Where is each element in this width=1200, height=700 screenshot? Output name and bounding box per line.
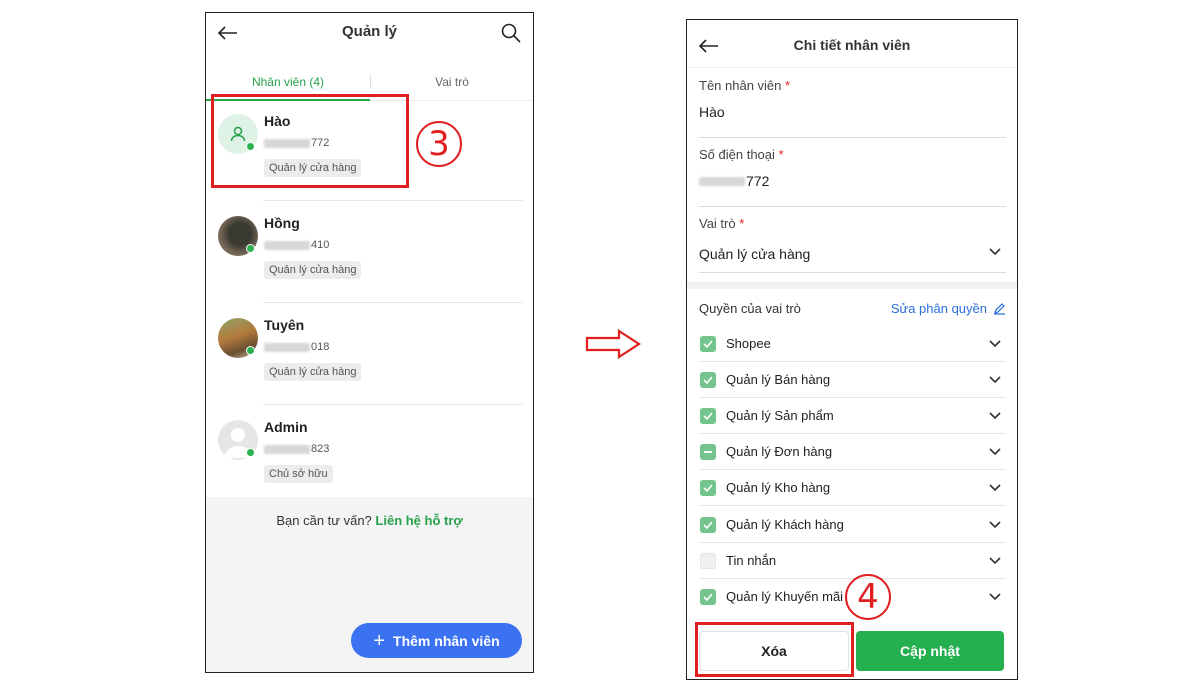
permission-label: Quản lý Khách hàng bbox=[726, 516, 844, 532]
edit-permissions-link[interactable]: Sửa phân quyền bbox=[891, 301, 1006, 316]
permission-row[interactable]: Quản lý Đơn hàng bbox=[699, 434, 1006, 471]
employee-name-field[interactable]: Tên nhân viên * Hào bbox=[699, 78, 1006, 138]
divider bbox=[263, 302, 523, 303]
role-field[interactable]: Vai trò * Quản lý cửa hàng bbox=[699, 216, 1006, 273]
step-number-4: 4 bbox=[845, 574, 891, 620]
employee-name-input[interactable]: Hào bbox=[699, 104, 725, 120]
chevron-down-icon[interactable] bbox=[988, 480, 1004, 496]
employee-name: Admin bbox=[264, 419, 308, 435]
permission-row[interactable]: Quản lý Sản phẩm bbox=[699, 398, 1006, 435]
chevron-down-icon[interactable] bbox=[988, 372, 1004, 388]
permission-checkbox[interactable] bbox=[700, 552, 716, 569]
employee-phone: 823 bbox=[264, 443, 329, 455]
search-icon[interactable] bbox=[499, 21, 523, 45]
page-title: Quản lý bbox=[341, 23, 397, 40]
permission-checkbox[interactable] bbox=[700, 588, 716, 605]
field-label: Số điện thoại * bbox=[699, 147, 784, 162]
online-status-dot bbox=[246, 448, 255, 457]
online-status-dot bbox=[246, 244, 255, 253]
permission-row[interactable]: Quản lý Bán hàng bbox=[699, 362, 1006, 399]
chevron-down-icon[interactable] bbox=[988, 336, 1004, 352]
page-title: Chi tiết nhân viên bbox=[793, 37, 911, 53]
chevron-down-icon[interactable] bbox=[988, 244, 1004, 260]
chevron-down-icon[interactable] bbox=[988, 589, 1004, 605]
employee-name: Tuyên bbox=[264, 317, 305, 333]
header: Chi tiết nhân viên bbox=[687, 20, 1017, 68]
divider bbox=[263, 404, 523, 405]
employee-row[interactable]: Tuyên 018 Quản lý cửa hàng bbox=[206, 305, 533, 405]
role-badge: Quản lý cửa hàng bbox=[264, 363, 362, 381]
permission-checkbox[interactable] bbox=[700, 336, 716, 352]
chevron-down-icon[interactable] bbox=[988, 553, 1004, 569]
permission-row[interactable]: Quản lý Kho hàng bbox=[699, 470, 1006, 507]
right-arrow-icon bbox=[585, 328, 642, 360]
online-status-dot bbox=[246, 346, 255, 355]
permission-row[interactable]: Quản lý Khách hàng bbox=[699, 507, 1006, 543]
permissions-title: Quyền của vai trò bbox=[699, 301, 801, 316]
permission-label: Quản lý Sản phẩm bbox=[726, 408, 834, 424]
update-button[interactable]: Cập nhật bbox=[856, 631, 1004, 671]
permission-checkbox[interactable] bbox=[700, 444, 716, 461]
field-label: Tên nhân viên * bbox=[699, 78, 791, 93]
permission-row[interactable]: Tin nhắn bbox=[699, 543, 1006, 579]
employee-row[interactable]: Hồng 410 Quản lý cửa hàng bbox=[206, 203, 533, 303]
employee-phone: 018 bbox=[264, 341, 329, 353]
chevron-down-icon[interactable] bbox=[988, 444, 1004, 460]
permission-label: Tin nhắn bbox=[726, 552, 777, 568]
permission-label: Quản lý Khuyến mãi bbox=[726, 588, 844, 604]
highlight-box bbox=[211, 94, 409, 188]
step-number-3: 3 bbox=[416, 121, 462, 167]
field-label: Vai trò * bbox=[699, 216, 745, 231]
employee-phone: 410 bbox=[264, 239, 329, 251]
pencil-icon bbox=[994, 303, 1005, 315]
permission-label: Shopee bbox=[726, 336, 771, 351]
permission-checkbox[interactable] bbox=[700, 408, 716, 425]
section-divider bbox=[687, 282, 1017, 289]
employee-row[interactable]: Admin 823 Chủ sở hữu bbox=[206, 407, 533, 507]
permission-checkbox[interactable] bbox=[700, 480, 716, 497]
permission-checkbox[interactable] bbox=[700, 372, 716, 389]
role-badge: Quản lý cửa hàng bbox=[264, 261, 362, 279]
divider bbox=[263, 200, 523, 201]
chevron-down-icon[interactable] bbox=[988, 408, 1004, 424]
header: Quản lý bbox=[206, 13, 533, 53]
highlight-box bbox=[695, 622, 854, 677]
permission-label: Quản lý Đơn hàng bbox=[726, 444, 833, 460]
plus-icon: + bbox=[373, 629, 386, 652]
add-employee-button[interactable]: + Thêm nhân viên bbox=[351, 623, 522, 658]
permission-label: Quản lý Kho hàng bbox=[726, 480, 831, 496]
support-text: Bạn cần tư vấn? Liên hệ hỗ trợ bbox=[276, 513, 463, 528]
permission-label: Quản lý Bán hàng bbox=[726, 372, 831, 388]
phone-input[interactable]: 772 bbox=[699, 173, 769, 189]
support-area: Bạn cần tư vấn? Liên hệ hỗ trợ + Thêm nh… bbox=[206, 497, 533, 672]
phone-field[interactable]: Số điện thoại * 772 bbox=[699, 147, 1006, 207]
role-badge: Chủ sở hữu bbox=[264, 465, 333, 483]
permissions-header: Quyền của vai trò Sửa phân quyền bbox=[699, 301, 1006, 321]
chevron-down-icon[interactable] bbox=[988, 517, 1004, 533]
permission-checkbox[interactable] bbox=[700, 516, 716, 533]
employee-name: Hồng bbox=[264, 215, 300, 231]
support-link[interactable]: Liên hệ hỗ trợ bbox=[375, 513, 462, 528]
role-select[interactable]: Quản lý cửa hàng bbox=[699, 246, 810, 262]
permission-row[interactable]: Shopee bbox=[699, 326, 1006, 362]
